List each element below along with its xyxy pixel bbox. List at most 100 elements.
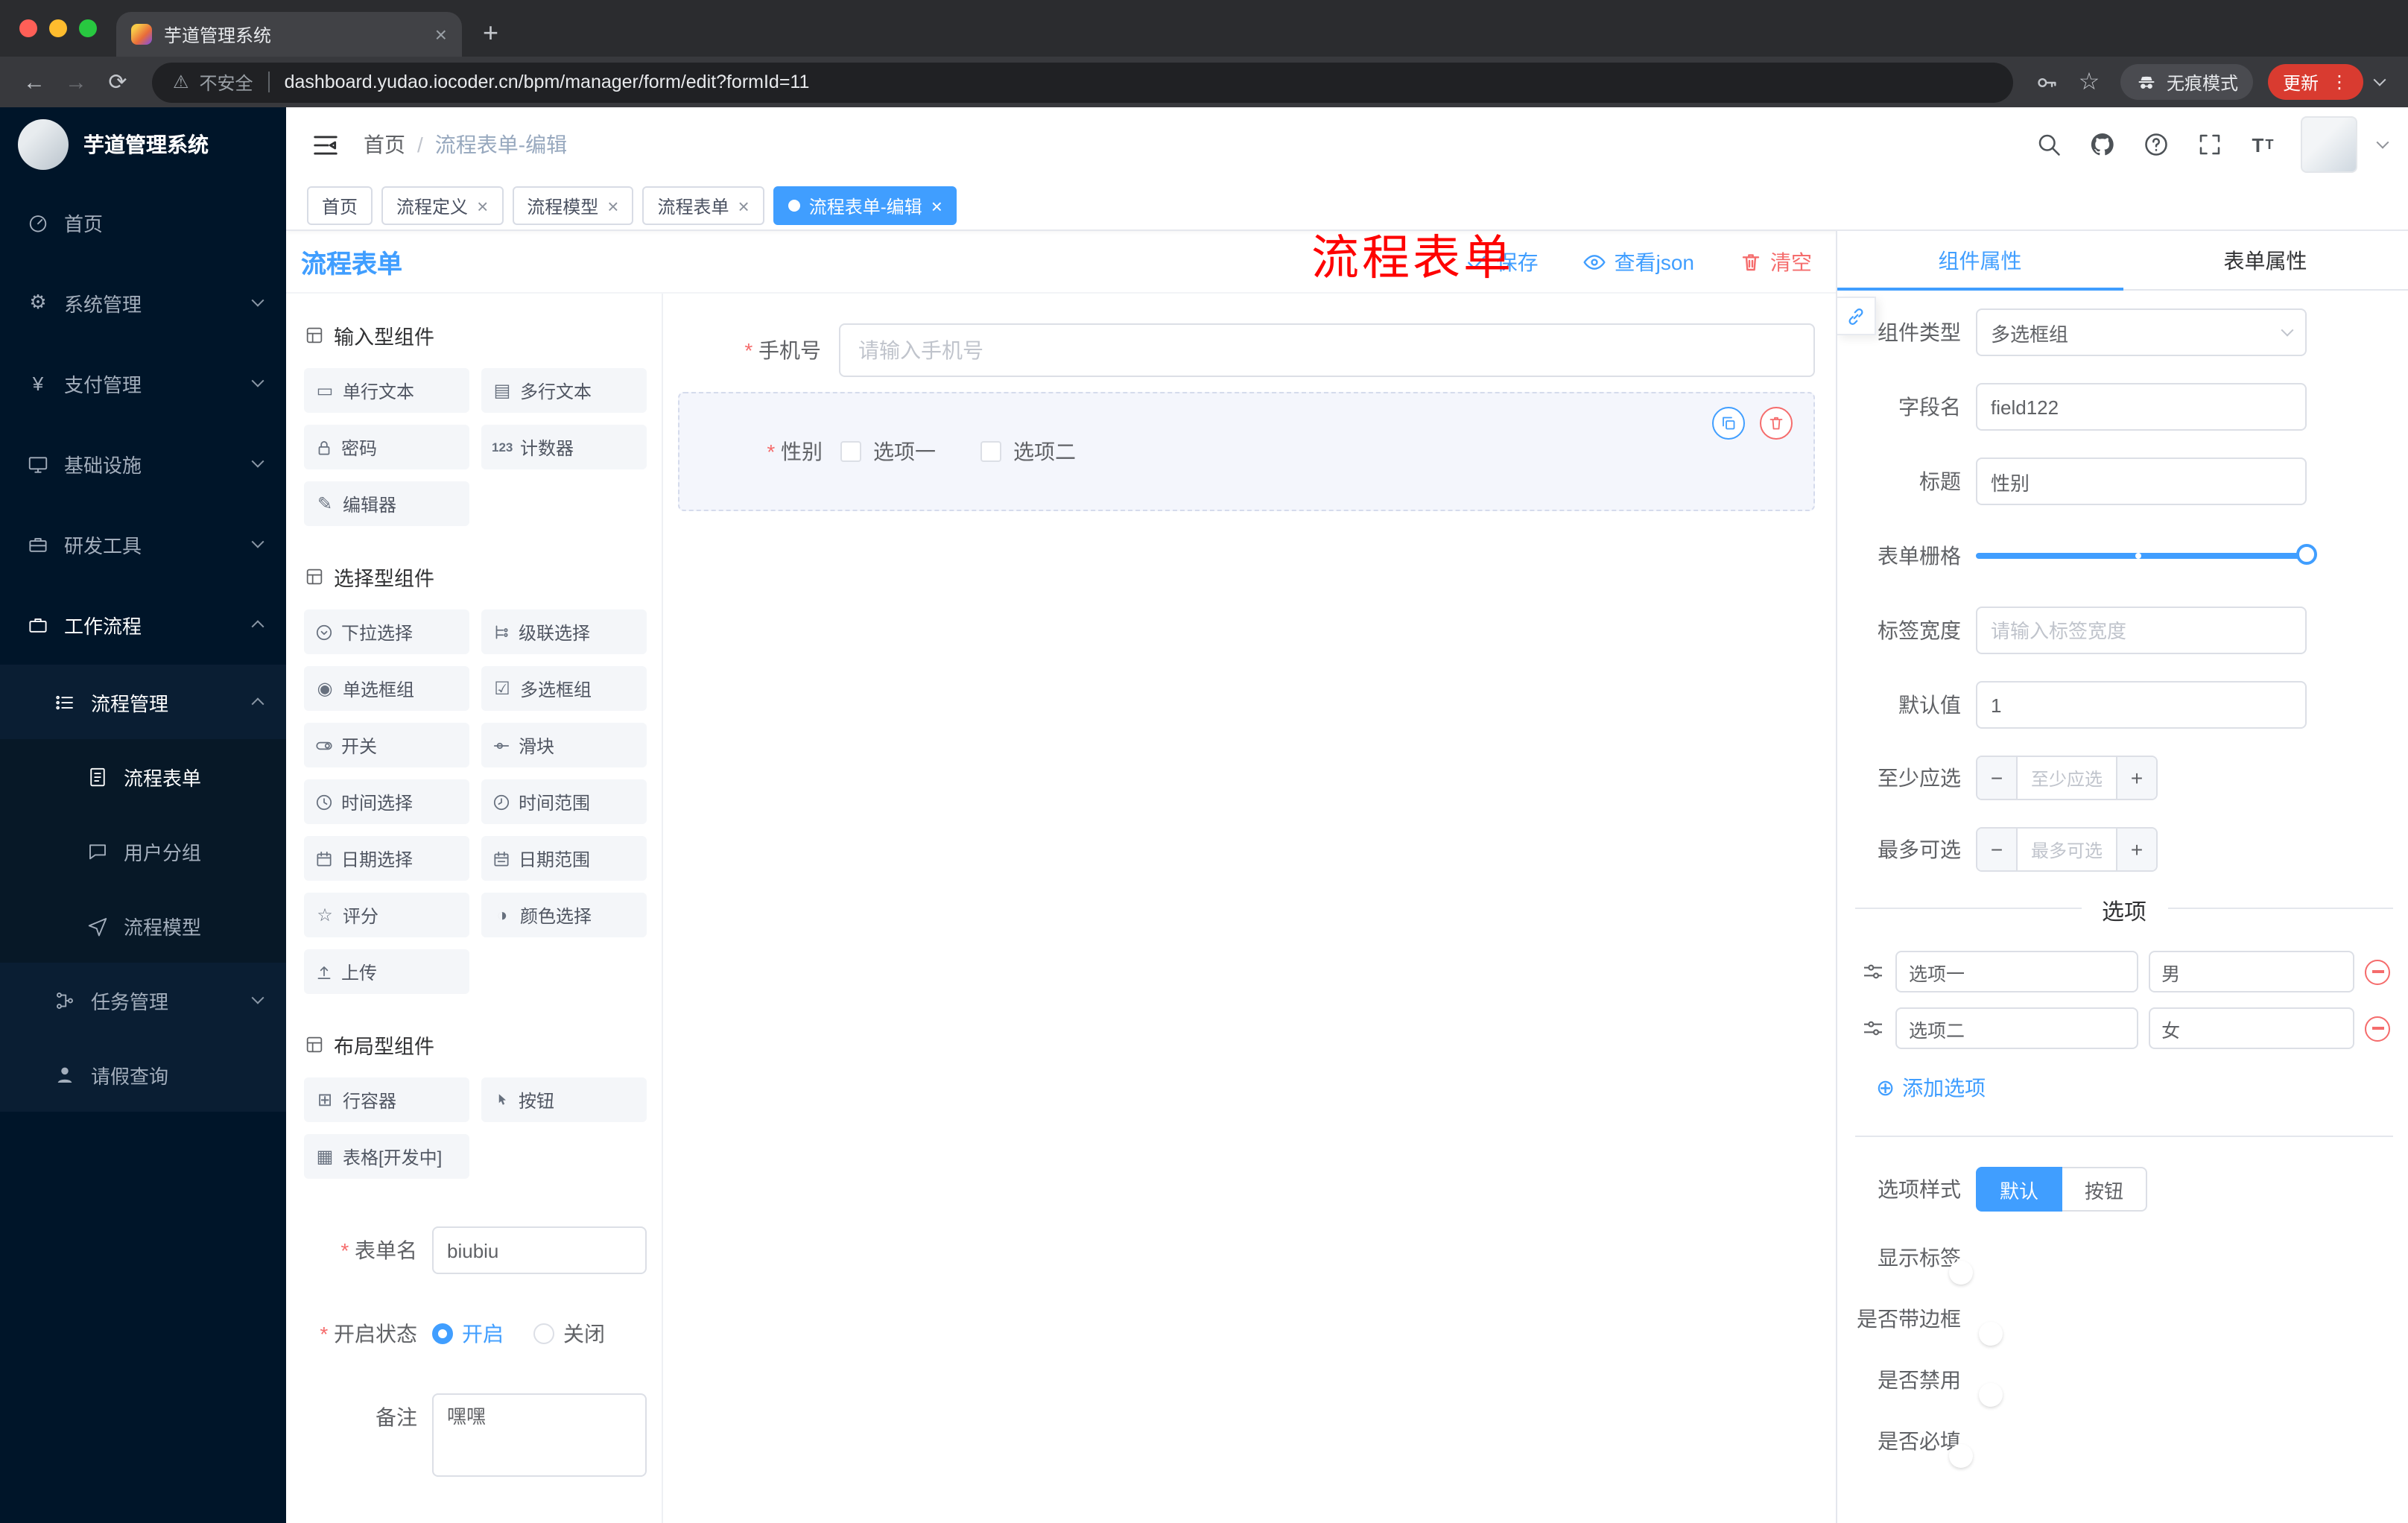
slider-handle[interactable] xyxy=(2296,544,2317,565)
sidebar-item-devtools[interactable]: 研发工具 xyxy=(0,504,286,584)
palette-item-switch[interactable]: 开关 xyxy=(304,723,469,767)
palette-item-multi-line-text[interactable]: ▤ 多行文本 xyxy=(481,368,647,413)
palette-item-time-range[interactable]: 时间范围 xyxy=(481,779,647,824)
sidebar-item-payment[interactable]: ¥ 支付管理 xyxy=(0,343,286,423)
zoom-window-button[interactable] xyxy=(79,19,97,37)
increase-button[interactable]: + xyxy=(2116,757,2156,799)
toolbar-chevron-down-icon[interactable] xyxy=(2366,63,2393,101)
user-avatar[interactable] xyxy=(2301,116,2357,173)
drag-handle-icon[interactable] xyxy=(1861,960,1885,984)
drag-handle-icon[interactable] xyxy=(1861,1016,1885,1040)
browser-update-button[interactable]: 更新 ⋮ xyxy=(2267,64,2363,100)
palette-item-time-picker[interactable]: 时间选择 xyxy=(304,779,469,824)
back-button[interactable]: ← xyxy=(15,63,54,101)
tag-close-icon[interactable]: × xyxy=(738,196,750,215)
palette-item-rate[interactable]: ☆ 评分 xyxy=(304,893,469,937)
tag-process-form[interactable]: 流程表单 × xyxy=(642,186,764,225)
new-tab-button[interactable]: + xyxy=(483,19,498,46)
min-select-value[interactable]: 至少应选 xyxy=(2018,757,2116,799)
reload-button[interactable]: ⟳ xyxy=(98,63,137,101)
tag-close-icon[interactable]: × xyxy=(931,196,942,215)
sidebar-item-user-group[interactable]: 用户分组 xyxy=(0,814,286,888)
sidebar-item-process-form[interactable]: 流程表单 xyxy=(0,739,286,814)
tag-process-form-edit[interactable]: 流程表单-编辑 × xyxy=(773,186,957,225)
delete-component-button[interactable] xyxy=(1760,407,1793,440)
sidebar-item-infrastructure[interactable]: 基础设施 xyxy=(0,423,286,504)
form-grid-slider[interactable] xyxy=(1976,532,2317,580)
increase-button[interactable]: + xyxy=(2116,829,2156,870)
breadcrumb-home[interactable]: 首页 xyxy=(364,130,405,159)
security-label[interactable]: 不安全 xyxy=(200,69,253,95)
default-value-input[interactable] xyxy=(1976,681,2307,729)
palette-item-cascader[interactable]: 级联选择 xyxy=(481,609,647,654)
close-window-button[interactable] xyxy=(19,19,37,37)
tag-home[interactable]: 首页 xyxy=(307,186,373,225)
phone-field-row[interactable]: 手机号 xyxy=(678,323,1815,377)
palette-item-button[interactable]: 按钮 xyxy=(481,1077,647,1122)
font-size-icon[interactable]: TT xyxy=(2247,128,2280,161)
checkbox-icon[interactable] xyxy=(840,441,861,462)
max-select-value[interactable]: 最多可选 xyxy=(2018,829,2116,870)
palette-item-checkbox-group[interactable]: ☑ 多选框组 xyxy=(481,666,647,711)
option-value-input[interactable] xyxy=(2148,951,2354,992)
copy-component-button[interactable] xyxy=(1712,407,1745,440)
add-option-button[interactable]: ⊕ 添加选项 xyxy=(1876,1073,2408,1103)
address-bar[interactable]: ⚠ 不安全 dashboard.yudao.iocoder.cn/bpm/man… xyxy=(152,62,2013,102)
forward-button[interactable]: → xyxy=(57,63,95,101)
decrease-button[interactable]: − xyxy=(1977,829,2018,870)
sidebar-item-leave-query[interactable]: 请假查询 xyxy=(0,1037,286,1112)
field-name-input[interactable] xyxy=(1976,383,2307,431)
checkbox-icon[interactable] xyxy=(980,441,1001,462)
avatar-chevron-down-icon[interactable] xyxy=(2376,136,2389,149)
browser-menu-kebab-icon[interactable]: ⋮ xyxy=(2331,72,2348,92)
clear-button[interactable]: 清空 xyxy=(1739,247,1812,276)
palette-item-upload[interactable]: 上传 xyxy=(304,949,469,994)
palette-item-counter[interactable]: 123 计数器 xyxy=(481,425,647,469)
tab-close-icon[interactable]: × xyxy=(435,24,447,45)
palette-item-select[interactable]: 下拉选择 xyxy=(304,609,469,654)
title-input[interactable] xyxy=(1976,457,2307,505)
style-default-button[interactable]: 默认 xyxy=(1976,1167,2063,1212)
status-on-radio[interactable]: 开启 xyxy=(432,1319,504,1349)
palette-item-row-container[interactable]: ⊞ 行容器 xyxy=(304,1077,469,1122)
palette-item-date-range[interactable]: 日期范围 xyxy=(481,836,647,881)
sidebar-item-process-management[interactable]: 流程管理 xyxy=(0,665,286,739)
palette-item-password[interactable]: 密码 xyxy=(304,425,469,469)
tag-close-icon[interactable]: × xyxy=(477,196,488,215)
sidebar-item-home[interactable]: 首页 xyxy=(0,182,286,262)
collapse-menu-icon[interactable] xyxy=(307,127,343,162)
checkbox-option-1[interactable]: 选项一 xyxy=(840,437,936,466)
sidebar-item-task-management[interactable]: 任务管理 xyxy=(0,963,286,1037)
tab-component-props[interactable]: 组件属性 xyxy=(1837,231,2123,291)
palette-item-slider[interactable]: 滑块 xyxy=(481,723,647,767)
component-type-select[interactable]: 多选框组 xyxy=(1976,308,2307,356)
option-label-input[interactable] xyxy=(1895,951,2138,992)
label-width-input[interactable] xyxy=(1976,607,2307,654)
link-icon[interactable] xyxy=(1837,297,1876,335)
palette-item-color-picker[interactable]: ◑ 颜色选择 xyxy=(481,893,647,937)
phone-field-input[interactable] xyxy=(839,323,1815,377)
style-button-button[interactable]: 按钮 xyxy=(2062,1167,2148,1212)
form-remark-textarea[interactable]: 嘿嘿 xyxy=(432,1393,647,1477)
option-label-input[interactable] xyxy=(1895,1007,2138,1049)
palette-item-table[interactable]: ▦ 表格[开发中] xyxy=(304,1134,469,1179)
form-name-input[interactable] xyxy=(432,1226,647,1274)
tab-form-props[interactable]: 表单属性 xyxy=(2123,231,2408,289)
status-off-radio[interactable]: 关闭 xyxy=(533,1319,605,1349)
github-icon[interactable] xyxy=(2086,128,2119,161)
remove-option-icon[interactable] xyxy=(2365,1016,2390,1041)
fullscreen-icon[interactable] xyxy=(2193,128,2226,161)
remove-option-icon[interactable] xyxy=(2365,959,2390,984)
tag-close-icon[interactable]: × xyxy=(607,196,618,215)
sidebar-item-system[interactable]: ⚙ 系统管理 xyxy=(0,262,286,343)
sidebar-item-workflow[interactable]: 工作流程 xyxy=(0,584,286,665)
tag-process-definition[interactable]: 流程定义 × xyxy=(381,186,504,225)
help-icon[interactable] xyxy=(2140,128,2173,161)
palette-item-date-picker[interactable]: 日期选择 xyxy=(304,836,469,881)
minimize-window-button[interactable] xyxy=(49,19,67,37)
checkbox-option-2[interactable]: 选项二 xyxy=(980,437,1076,466)
palette-item-radio-group[interactable]: ◉ 单选框组 xyxy=(304,666,469,711)
tag-process-model[interactable]: 流程模型 × xyxy=(512,186,634,225)
gender-field-selected[interactable]: 性别 选项一 选项二 xyxy=(678,392,1815,511)
option-value-input[interactable] xyxy=(2148,1007,2354,1049)
